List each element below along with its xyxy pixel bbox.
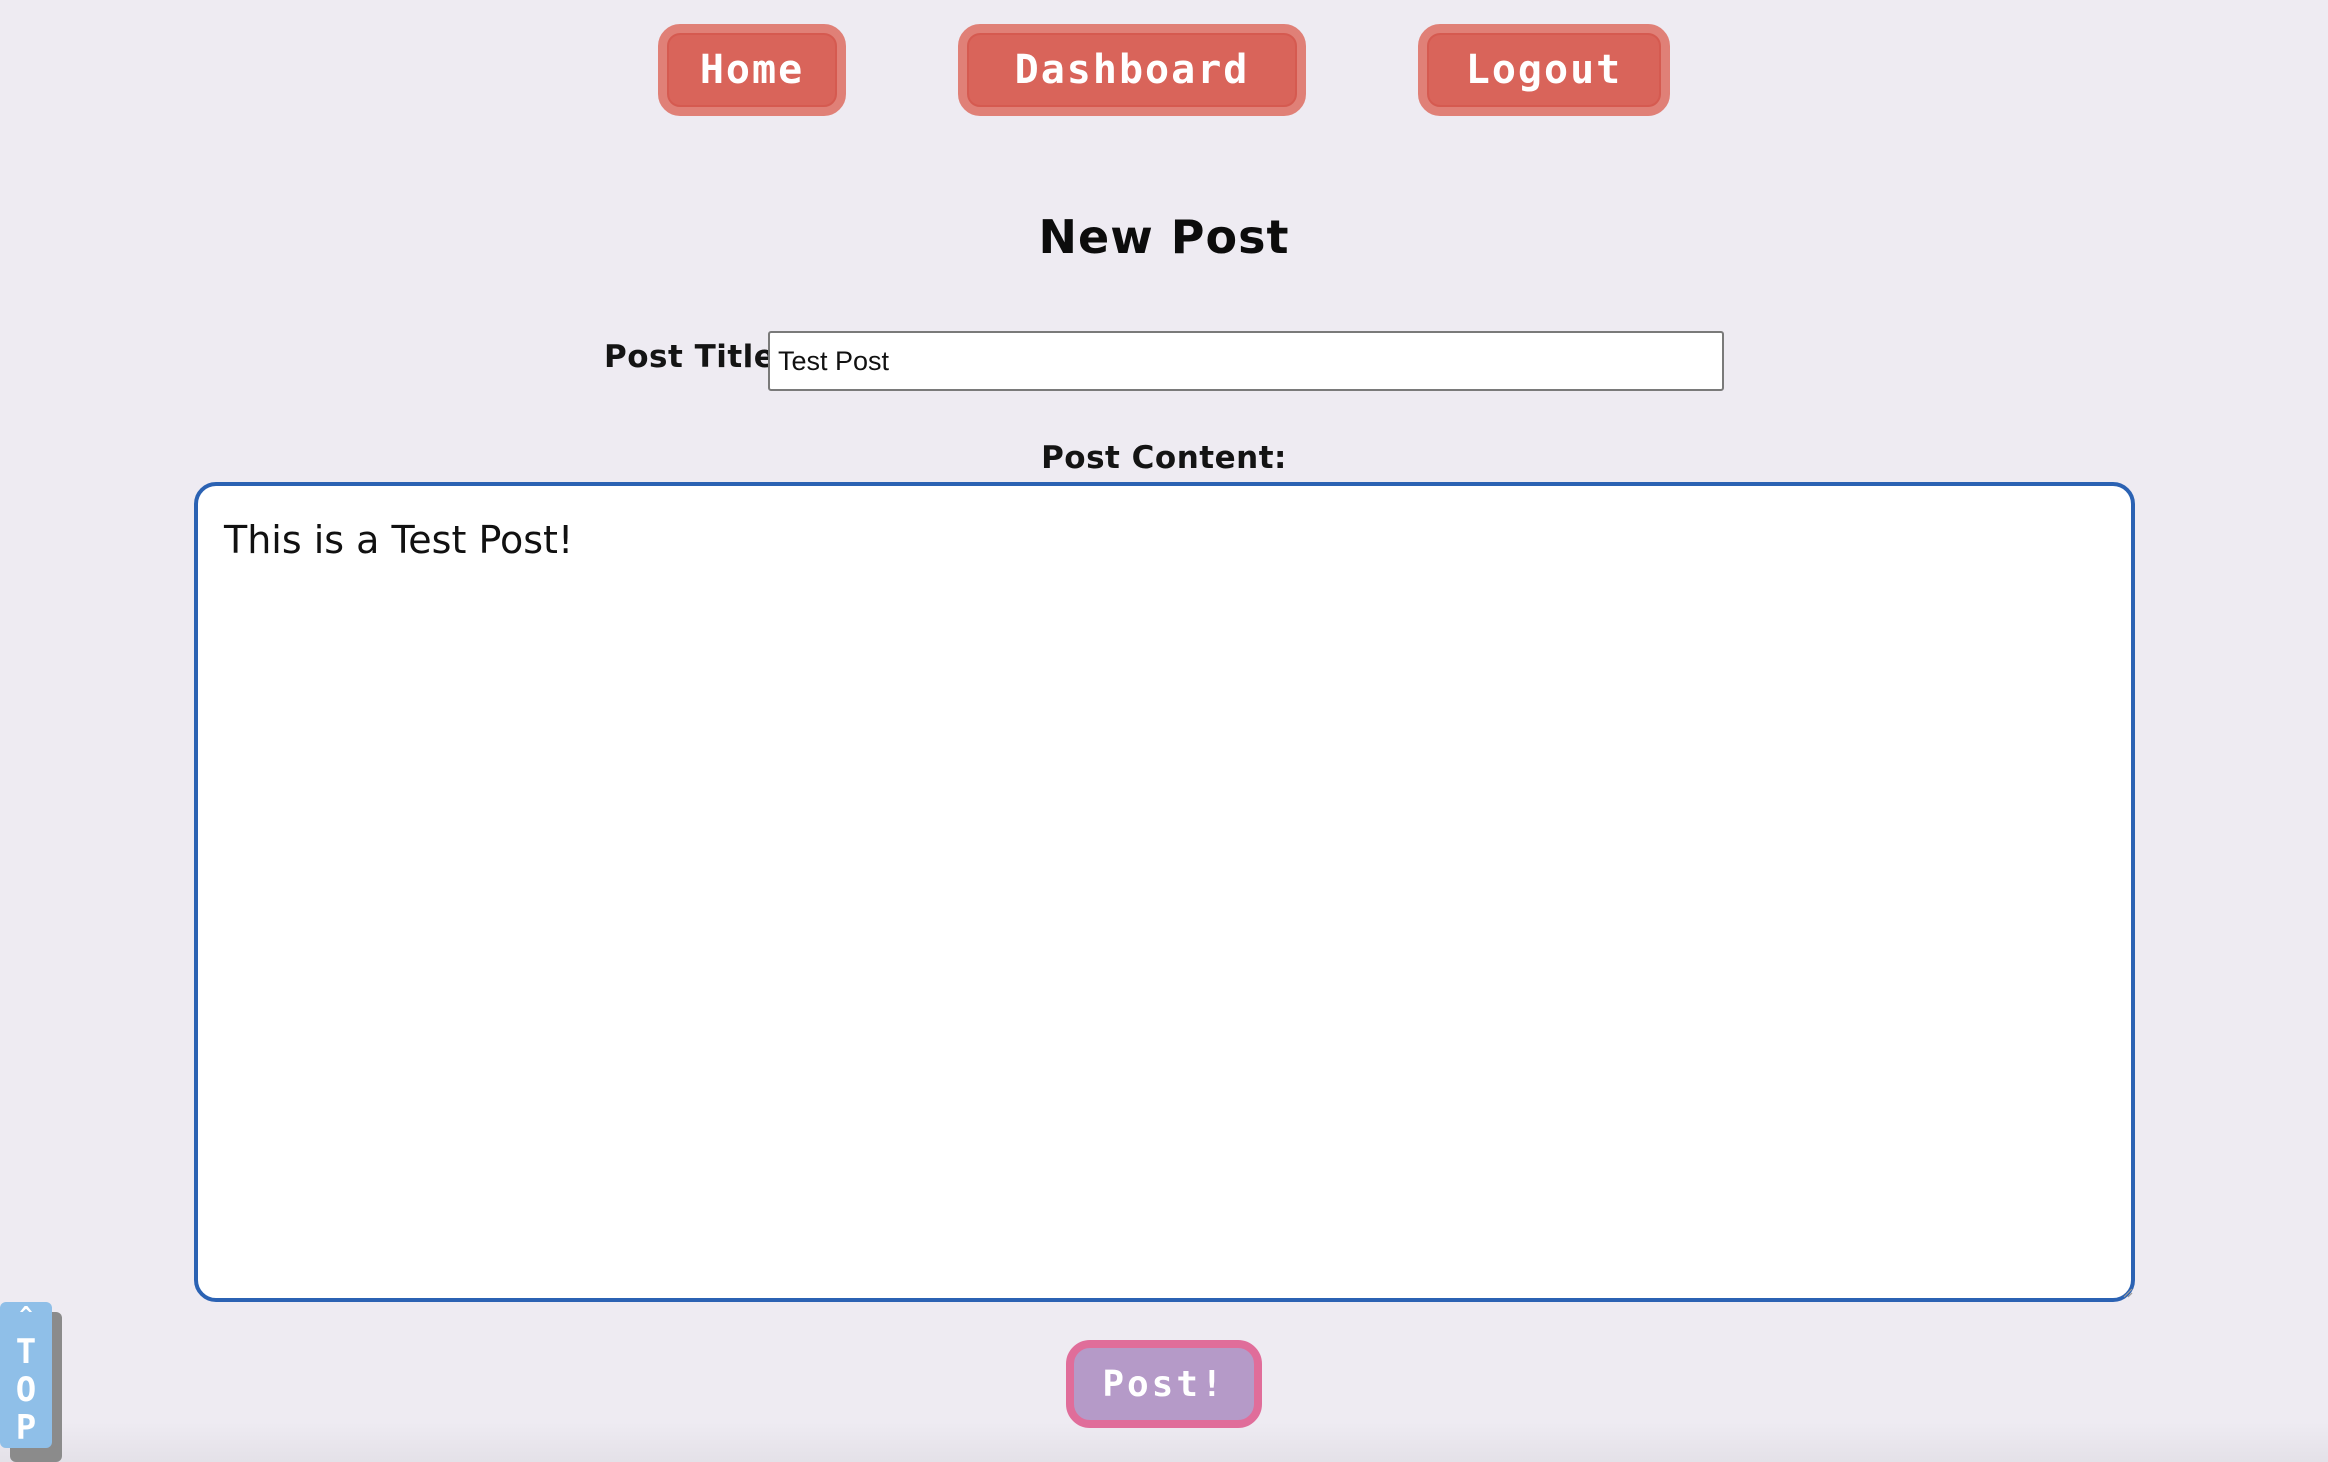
logout-button[interactable]: Logout xyxy=(1418,24,1670,116)
back-to-top-label: TOP xyxy=(6,1332,46,1446)
post-title-label: Post Title: xyxy=(604,339,789,375)
resize-handle-icon[interactable] xyxy=(2121,1286,2133,1298)
caret-up-icon: ^ xyxy=(19,1303,33,1328)
top-nav: Home Dashboard Logout xyxy=(0,24,2328,116)
submit-post-button[interactable]: Post! xyxy=(1066,1340,1262,1428)
page-bottom-fade xyxy=(0,1422,2328,1462)
back-to-top-button[interactable]: ^ TOP xyxy=(0,1302,52,1448)
post-content-label: Post Content: xyxy=(1041,440,1287,476)
post-title-input[interactable] xyxy=(768,331,1724,391)
post-content-textarea[interactable]: This is a Test Post! xyxy=(194,482,2135,1302)
dashboard-button[interactable]: Dashboard xyxy=(958,24,1306,116)
page-title: New Post xyxy=(1038,210,1290,264)
home-button[interactable]: Home xyxy=(658,24,846,116)
